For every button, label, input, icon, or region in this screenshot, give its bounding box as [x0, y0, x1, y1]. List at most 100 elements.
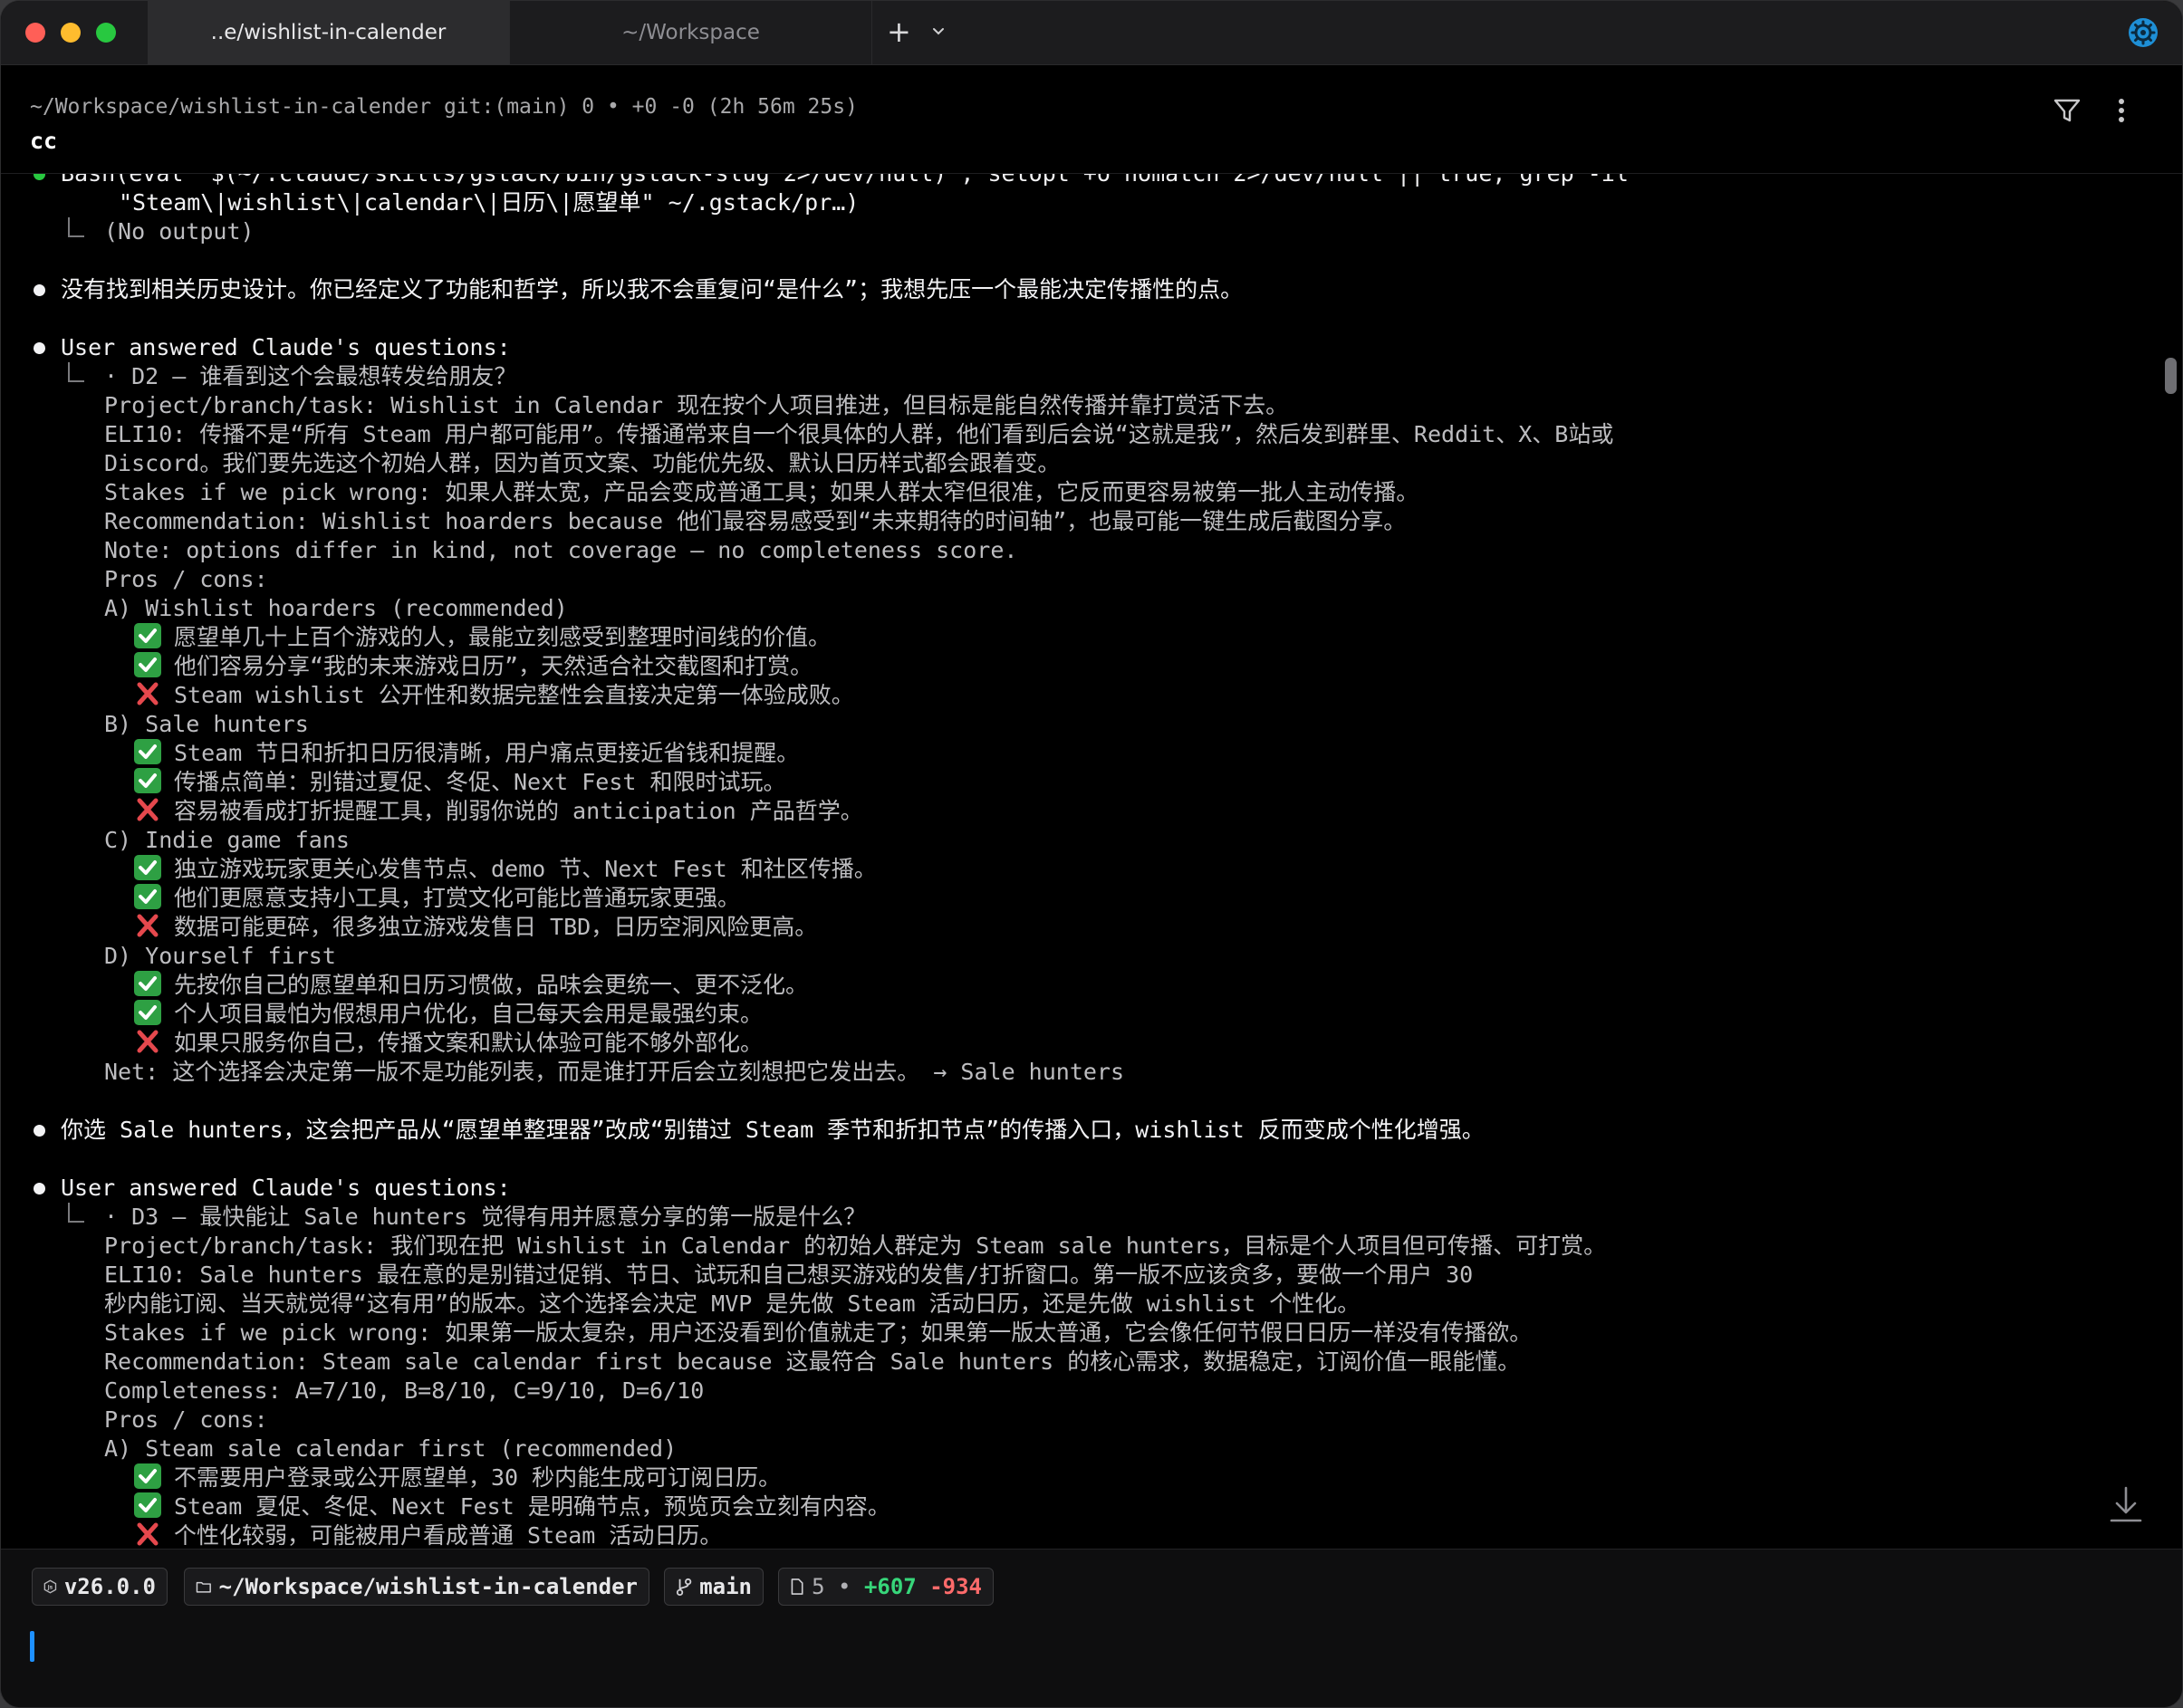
- question-line: · D3 — 最快能让 Sale hunters 觉得有用并愿意分享的第一版是什…: [30, 1203, 2131, 1232]
- check-mark-emoji: [134, 1000, 161, 1025]
- cross-mark-emoji: [134, 1029, 161, 1054]
- node-version-chip[interactable]: js v26.0.0: [32, 1568, 168, 1606]
- filter-icon[interactable]: [2052, 95, 2082, 126]
- tree-corner-icon: [68, 362, 84, 382]
- additions-count: +607: [863, 1574, 917, 1599]
- question-detail-line: Project/branch/task: Wishlist in Calenda…: [104, 392, 1289, 418]
- question-line: · D2 — 谁看到这个会最想转发给朋友？: [30, 362, 2131, 391]
- tab-wishlist-in-calender[interactable]: ..e/wishlist-in-calender: [148, 1, 510, 64]
- question-detail-line: Completeness: A=7/10, B=8/10, C=9/10, D=…: [104, 1377, 705, 1404]
- stats-separator: •: [838, 1574, 851, 1599]
- con-line: Steam wishlist 公开性和数据完整性会直接决定第一体验成败。: [30, 681, 2131, 710]
- net-line: Net: 这个选择会决定第一版不是功能列表，而是谁打开后会立刻想把它发出去。 →…: [104, 1059, 1125, 1085]
- git-branch-icon: [676, 1578, 692, 1597]
- title-bar: ..e/wishlist-in-calender ~/Workspace +: [1, 1, 2182, 65]
- download-icon[interactable]: [2108, 1484, 2144, 1524]
- question-detail-line: Note: options differ in kind, not covera…: [104, 537, 1018, 563]
- zoom-window-button[interactable]: [96, 23, 116, 43]
- more-vertical-icon[interactable]: [2111, 95, 2131, 126]
- question-detail-line: Recommendation: Steam sale calendar firs…: [104, 1348, 1521, 1375]
- con-line: 容易被看成打折提醒工具，削弱你说的 anticipation 产品哲学。: [30, 797, 2131, 826]
- deletions-count: -934: [929, 1574, 982, 1599]
- cross-mark-emoji: [134, 797, 161, 822]
- transcript: Bash(eval "$(~/.claude/skills/gstack/bin…: [30, 174, 2131, 1549]
- question-detail-line: Discord。我们要先选这个初始人群，因为首页文案、功能优先级、默认日历样式都…: [104, 450, 1061, 476]
- chevron-down-icon[interactable]: [928, 21, 948, 41]
- check-mark-emoji: [134, 855, 161, 880]
- new-tab-button[interactable]: +: [887, 17, 911, 46]
- minimize-window-button[interactable]: [61, 23, 81, 43]
- question-detail-line: ELI10: Sale hunters 最在意的是别错过促销、节日、试玩和自己想…: [104, 1262, 1474, 1288]
- cross-mark-emoji: [134, 913, 161, 938]
- check-mark-emoji: [134, 652, 161, 677]
- pro-line: Steam 夏促、冬促、Next Fest 是明确节点，预览页会立刻有内容。: [30, 1492, 2131, 1521]
- git-branch-chip[interactable]: main: [664, 1568, 764, 1606]
- tree-corner-icon: [68, 217, 84, 237]
- folder-icon: [196, 1581, 211, 1593]
- tab-label: ~/Workspace: [621, 21, 760, 44]
- pro-line: 他们更愿意支持小工具，打赏文化可能比普通玩家更强。: [30, 884, 2131, 913]
- pro-line: 不需要用户登录或公开愿望单，30 秒内能生成可订阅日历。: [30, 1463, 2131, 1492]
- question-detail-line: Pros / cons:: [104, 1406, 268, 1433]
- question-detail-line: Stakes if we pick wrong: 如果人群太宽，产品会变成普通工…: [104, 479, 1419, 505]
- user-answer-heading: User answered Claude's questions:: [30, 333, 2131, 362]
- check-mark-emoji: [134, 1492, 161, 1518]
- success-dot-icon: [34, 174, 45, 180]
- pro-line: 传播点简单：别错过夏促、冬促、Next Fest 和限时试玩。: [30, 768, 2131, 797]
- question-detail-line: Stakes if we pick wrong: 如果第一版太复杂，用户还没看到…: [104, 1319, 1533, 1346]
- question-detail-line: Project/branch/task: 我们现在把 Wishlist in C…: [104, 1233, 1607, 1259]
- input-cursor[interactable]: [30, 1631, 34, 1662]
- terminal-window: ..e/wishlist-in-calender ~/Workspace + ~…: [0, 0, 2183, 1708]
- message-dot-icon: [34, 342, 45, 354]
- question-detail-line: Pros / cons:: [104, 566, 268, 592]
- pro-line: 他们容易分享“我的未来游戏日历”，天然适合社交截图和打赏。: [30, 652, 2131, 681]
- prompt-path: ~/Workspace/wishlist-in-calender git:(ma…: [30, 95, 858, 119]
- command-text: cc: [30, 128, 58, 154]
- question-detail-line: 秒内能订阅、当天就觉得“这有用”的版本。这个选择会决定 MVP 是先做 Stea…: [104, 1291, 1361, 1317]
- close-window-button[interactable]: [25, 23, 45, 43]
- cross-mark-emoji: [134, 681, 161, 706]
- option-heading: B) Sale hunters: [104, 711, 309, 737]
- scrollbar-thumb[interactable]: [2165, 358, 2177, 394]
- files-changed-count: 5: [812, 1574, 825, 1599]
- diff-stats-chip[interactable]: 5 • +607 -934: [778, 1568, 994, 1606]
- cwd-chip[interactable]: ~/Workspace/wishlist-in-calender: [184, 1568, 649, 1606]
- check-mark-emoji: [134, 1463, 161, 1489]
- option-heading: D) Yourself first: [104, 943, 336, 969]
- status-bar: js v26.0.0 ~/Workspace/wishlist-in-calen…: [1, 1549, 2182, 1707]
- check-mark-emoji: [134, 768, 161, 793]
- pro-line: 独立游戏玩家更关心发售节点、demo 节、Next Fest 和社区传播。: [30, 855, 2131, 884]
- tool-call-line: "Steam\|wishlist\|calendar\|日历\|愿望单" ~/.…: [119, 189, 860, 216]
- check-mark-emoji: [134, 623, 161, 648]
- tool-result-line: (No output): [30, 217, 2131, 246]
- pro-line: 个人项目最怕为假想用户优化，自己每天会用是最强约束。: [30, 1000, 2131, 1029]
- nodejs-icon: js: [43, 1579, 57, 1594]
- pro-line: Steam 节日和折扣日历很清晰，用户痛点更接近省钱和提醒。: [30, 739, 2131, 768]
- tab-label: ..e/wishlist-in-calender: [210, 21, 447, 44]
- cross-mark-emoji: [134, 1521, 161, 1547]
- transcript-scroll-area[interactable]: Bash(eval "$(~/.claude/skills/gstack/bin…: [1, 174, 2182, 1549]
- option-heading: A) Steam sale calendar first (recommende…: [104, 1435, 678, 1462]
- question-detail-line: Recommendation: Wishlist hoarders becaus…: [104, 508, 1407, 534]
- assistant-message: 你选 Sale hunters，这会把产品从“愿望单整理器”改成“别错过 Ste…: [30, 1116, 2131, 1145]
- con-line: 数据可能更碎，很多独立游戏发售日 TBD，日历空洞风险更高。: [30, 913, 2131, 942]
- tab-workspace[interactable]: ~/Workspace: [510, 1, 872, 64]
- option-heading: C) Indie game fans: [104, 827, 350, 853]
- message-dot-icon: [34, 1125, 45, 1137]
- tool-call-line: Bash(eval "$(~/.claude/skills/gstack/bin…: [30, 174, 2131, 188]
- user-answer-heading: User answered Claude's questions:: [30, 1174, 2131, 1203]
- con-line: 个性化较弱，可能被用户看成普通 Steam 活动日历。: [30, 1521, 2131, 1549]
- message-dot-icon: [34, 284, 45, 296]
- option-heading: A) Wishlist hoarders (recommended): [104, 595, 568, 621]
- settings-gear-icon[interactable]: [2128, 17, 2159, 48]
- check-mark-emoji: [134, 884, 161, 909]
- con-line: 如果只服务你自己，传播文案和默认体验可能不够外部化。: [30, 1029, 2131, 1058]
- check-mark-emoji: [134, 971, 161, 996]
- message-dot-icon: [34, 1183, 45, 1195]
- tree-corner-icon: [68, 1203, 84, 1223]
- svg-text:js: js: [47, 1585, 53, 1591]
